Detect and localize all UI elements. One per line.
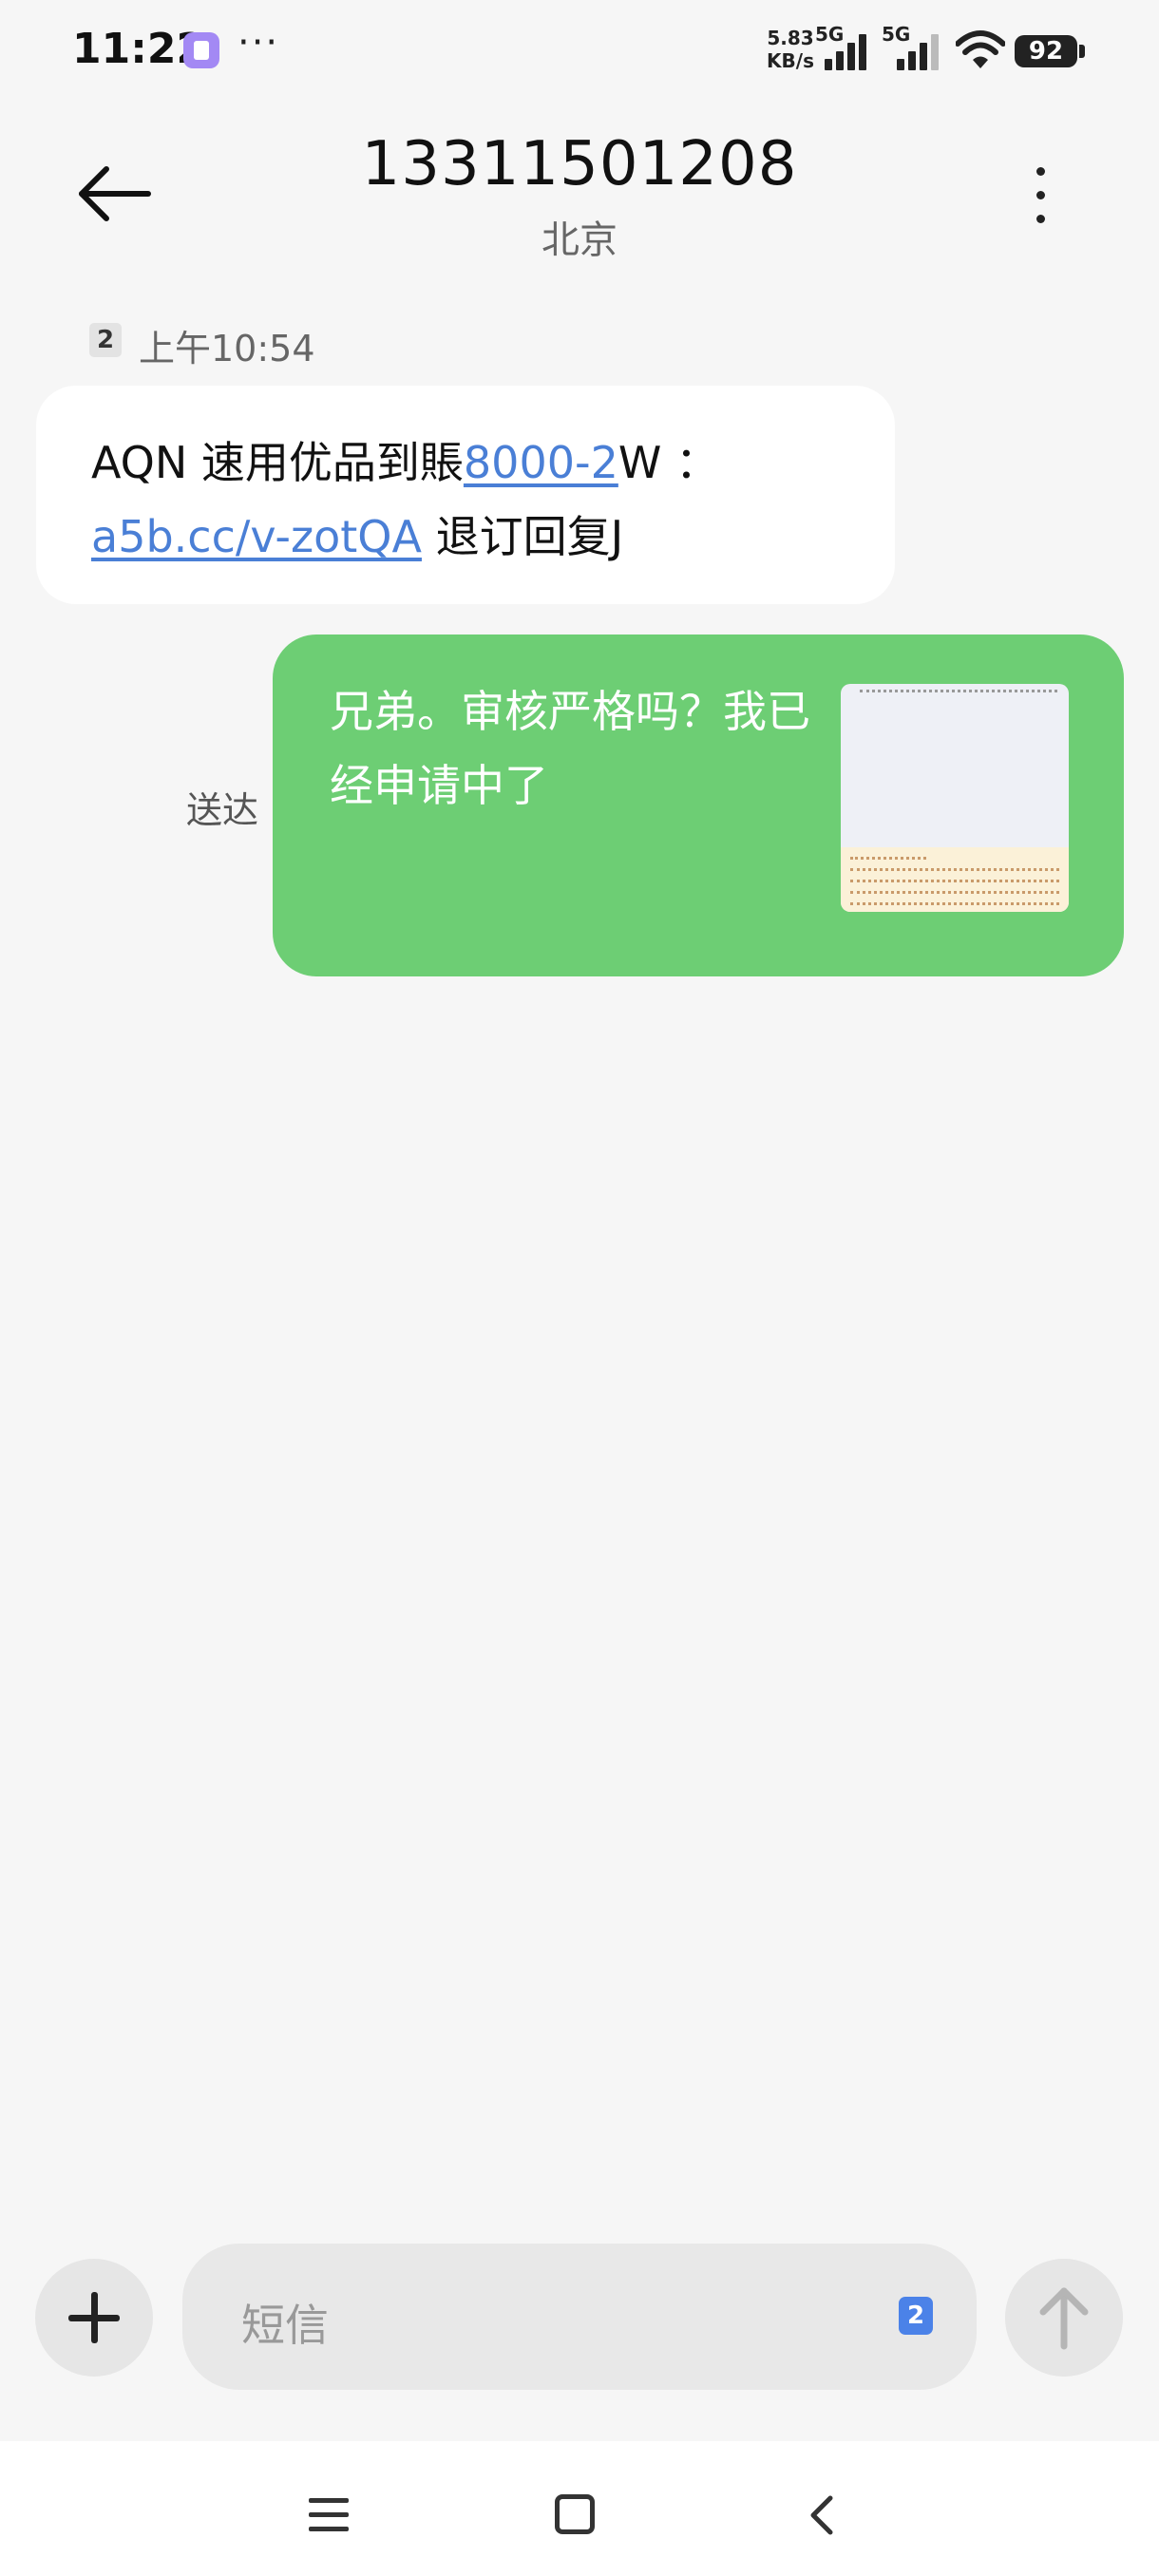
- chevron-left-icon[interactable]: [806, 2494, 838, 2536]
- menu-icon[interactable]: [309, 2498, 349, 2532]
- incoming-text-part: W ：: [618, 437, 719, 488]
- thumbnail-header-lines: [860, 690, 1057, 695]
- sms-conversation-screen: 11:22 ··· 5.83 KB/s 5G 5G 92 13311501208…: [0, 0, 1159, 2576]
- signal-strength-1-icon: [825, 32, 870, 70]
- url-link[interactable]: a5b.cc/v-zotQA: [91, 511, 422, 562]
- sim-select-button[interactable]: 2: [899, 2297, 933, 2335]
- unsubscribe-text: 退订回复J: [435, 511, 624, 562]
- system-navigation-bar: [0, 2441, 1159, 2576]
- incoming-message-text: AQN 速用优品到賬8000-2W ： a5b.cc/v-zotQA 退订回复J: [91, 426, 870, 574]
- more-notifications-icon: ···: [238, 21, 280, 65]
- sim-2-badge: 2: [89, 323, 122, 357]
- signal-strength-2-icon: [897, 32, 942, 70]
- network-speed-value: 5.83: [767, 27, 814, 49]
- delivery-status: 送达: [186, 789, 259, 831]
- image-attachment-thumbnail[interactable]: [841, 684, 1069, 912]
- battery-tip: [1079, 45, 1085, 58]
- outgoing-message-text: 兄弟。审核严格吗？我已经申请中了: [330, 686, 810, 811]
- send-button[interactable]: [1005, 2259, 1123, 2377]
- battery-level: 92: [1015, 35, 1077, 67]
- incoming-text-part: AQN 速用优品到賬: [91, 437, 464, 488]
- message-input-placeholder: 短信: [241, 2300, 329, 2351]
- outgoing-message-bubble[interactable]: 兄弟。审核严格吗？我已经申请中了: [273, 635, 1124, 976]
- wifi-icon: [956, 30, 1005, 68]
- status-bar: 11:22 ··· 5.83 KB/s 5G 5G 92: [0, 0, 1159, 100]
- attach-button[interactable]: [35, 2259, 153, 2377]
- contact-location: 北京: [542, 218, 618, 262]
- notification-app-icon: [183, 32, 219, 68]
- thumbnail-note-area: [841, 847, 1069, 912]
- more-options-button[interactable]: [1026, 161, 1054, 228]
- home-square-icon[interactable]: [555, 2494, 595, 2534]
- network-speed: 5.83 KB/s: [764, 27, 817, 72]
- contact-number: 13311501208: [361, 129, 798, 199]
- incoming-message-bubble[interactable]: AQN 速用优品到賬8000-2W ： a5b.cc/v-zotQA 退订回复J: [36, 386, 895, 604]
- timestamp-text: 上午10:54: [139, 328, 315, 369]
- amount-link[interactable]: 8000-2: [464, 437, 618, 488]
- network-speed-unit: KB/s: [767, 49, 814, 72]
